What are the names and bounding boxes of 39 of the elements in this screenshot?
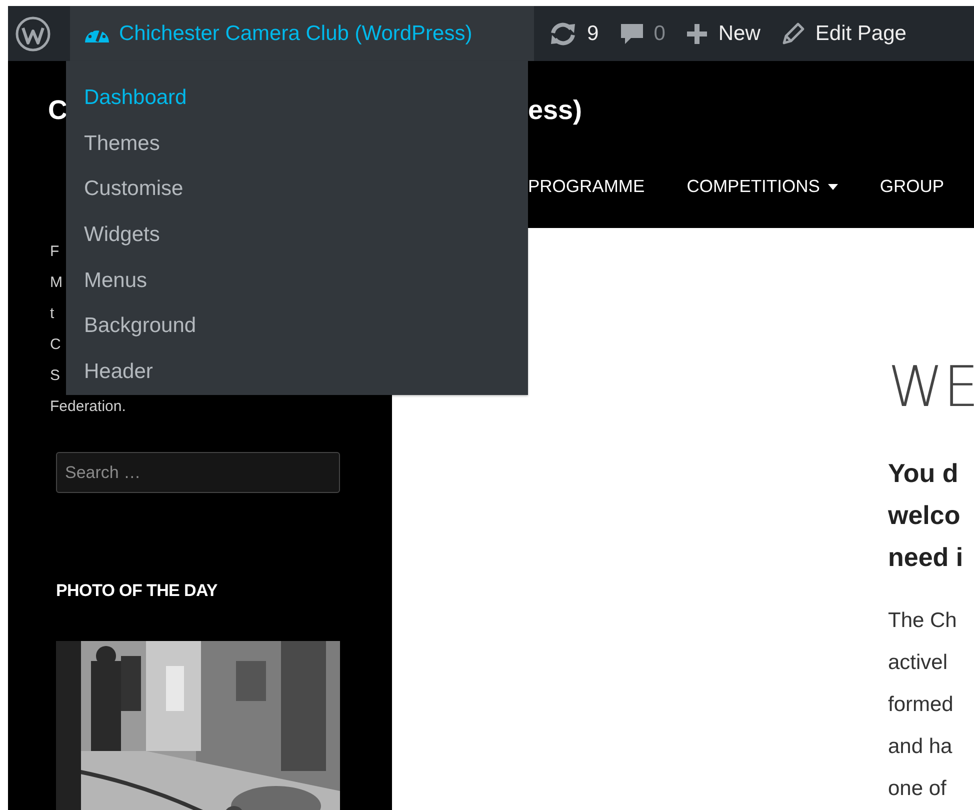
- body-text-line: The Ch: [888, 608, 957, 634]
- lead-text-line: welco: [888, 499, 960, 532]
- comments-link[interactable]: 0: [608, 6, 676, 61]
- widget-title: PHOTO OF THE DAY: [56, 581, 218, 601]
- text-line: M: [50, 273, 62, 293]
- text-line: t: [50, 304, 54, 324]
- site-title-text: C: [48, 94, 68, 126]
- nav-link[interactable]: GROUP: [880, 176, 944, 197]
- lead-text-line: You d: [888, 457, 958, 490]
- edit-page-link[interactable]: Edit Page: [770, 6, 916, 61]
- updates-link[interactable]: 9: [534, 6, 609, 61]
- menu-item[interactable]: Themes: [66, 120, 160, 166]
- menu-item[interactable]: Customise: [66, 166, 184, 212]
- body-text-line: and ha: [888, 734, 952, 760]
- menu-item[interactable]: Menus: [66, 258, 148, 304]
- site-name-menu[interactable]: Chichester Camera Club (WordPress): [70, 6, 534, 61]
- plus-icon: [685, 22, 710, 46]
- menu-item[interactable]: Header: [66, 349, 153, 395]
- search-field[interactable]: Search …: [56, 452, 340, 493]
- body-text-line: activel: [888, 650, 948, 676]
- pencil-icon: [780, 20, 806, 46]
- body-text-line: one of: [888, 776, 946, 802]
- caret-icon: [828, 184, 838, 190]
- nav-link[interactable]: PROGRAMME: [528, 176, 645, 197]
- body-text-line: formed: [888, 692, 954, 718]
- new-content-link[interactable]: New: [675, 6, 770, 61]
- wordpress-logo-icon[interactable]: [14, 14, 52, 52]
- text-line: Federation.: [50, 397, 126, 417]
- menu-item[interactable]: Widgets: [66, 212, 160, 258]
- nav-link[interactable]: COMPETITIONS: [686, 176, 838, 197]
- menu-item[interactable]: Background: [66, 303, 196, 350]
- text-line: C: [50, 335, 61, 355]
- lead-text-line: need i: [888, 541, 964, 574]
- refresh-icon: [548, 20, 578, 46]
- text-line: S: [50, 366, 60, 386]
- page-title: WE: [888, 356, 974, 420]
- menu-item[interactable]: Dashboard: [66, 75, 187, 121]
- site-title-text: ess): [528, 94, 582, 126]
- text-line: F: [50, 242, 60, 262]
